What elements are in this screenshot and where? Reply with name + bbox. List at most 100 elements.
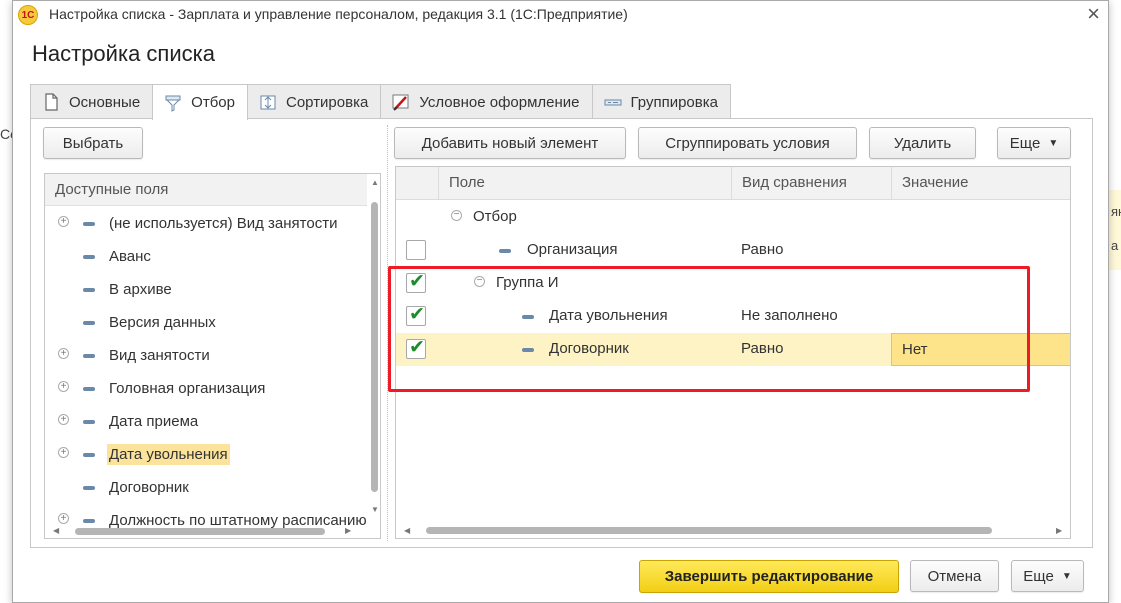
expand-icon[interactable]: +: [58, 414, 69, 425]
field-icon: [522, 315, 534, 319]
select-button[interactable]: Выбрать: [43, 127, 143, 159]
table-row[interactable]: ✔ − Группа И: [396, 267, 1070, 300]
field-icon: [83, 486, 95, 490]
window-title: Настройка списка - Зарплата и управление…: [49, 6, 628, 22]
field-icon: [499, 249, 511, 253]
tab-grouping[interactable]: Группировка: [591, 84, 731, 119]
tree-row[interactable]: Версия данных: [45, 306, 367, 339]
tab-label: Сортировка: [286, 93, 369, 111]
grouping-icon: [604, 99, 622, 106]
field-icon: [83, 222, 95, 226]
tree-row-label: Вид занятости: [109, 347, 210, 364]
checkbox[interactable]: [406, 240, 426, 260]
delete-button[interactable]: Удалить: [869, 127, 976, 159]
row-comparison: Равно: [741, 241, 784, 258]
scroll-down-icon[interactable]: ▼: [371, 505, 379, 514]
field-icon: [83, 453, 95, 457]
tab-bar: Основные Отбор Сортировка Условное оформ…: [30, 84, 731, 120]
column-header-value[interactable]: Значение: [891, 167, 1070, 200]
expand-icon[interactable]: +: [58, 513, 69, 524]
tree-row-label: Головная организация: [109, 380, 266, 397]
tab-sort[interactable]: Сортировка: [247, 84, 382, 119]
value-cell[interactable]: Нет: [891, 333, 1070, 366]
tree-row[interactable]: Аванс: [45, 240, 367, 273]
finish-editing-button[interactable]: Завершить редактирование: [639, 560, 899, 593]
tree-row-label: (не используется) Вид занятости: [109, 215, 338, 232]
expand-icon[interactable]: +: [58, 348, 69, 359]
footer-more-button[interactable]: Еще ▼: [1011, 560, 1084, 592]
field-icon: [83, 387, 95, 391]
close-icon[interactable]: ×: [1087, 3, 1100, 25]
tree-row[interactable]: + Дата приема: [45, 405, 367, 438]
more-button[interactable]: Еще ▼: [997, 127, 1071, 159]
scroll-left-icon[interactable]: ◀: [53, 526, 59, 535]
check-icon: ✔: [409, 337, 425, 358]
column-header-field[interactable]: Поле: [438, 167, 732, 200]
table-row[interactable]: ✔ Дата увольнения Не заполнено: [396, 300, 1070, 333]
scrollbar-thumb[interactable]: [426, 527, 992, 534]
field-icon: [83, 420, 95, 424]
scroll-right-icon[interactable]: ▶: [345, 526, 351, 535]
table-row-selected[interactable]: ✔ Договорник Равно Нет: [396, 333, 1070, 366]
tree-row[interactable]: + (не используется) Вид занятости: [45, 207, 367, 240]
check-icon: ✔: [409, 304, 425, 325]
collapse-icon[interactable]: −: [474, 276, 485, 287]
window-titlebar[interactable]: 1С Настройка списка - Зарплата и управле…: [13, 1, 1108, 28]
checkbox[interactable]: ✔: [406, 337, 426, 359]
expand-icon[interactable]: +: [58, 381, 69, 392]
document-icon: [45, 93, 58, 111]
horizontal-scrollbar[interactable]: ◀ ▶: [45, 524, 367, 538]
column-header-comparison[interactable]: Вид сравнения: [731, 167, 891, 200]
collapse-icon[interactable]: −: [451, 210, 462, 221]
more-button-label: Еще: [1009, 134, 1041, 152]
field-icon: [83, 354, 95, 358]
check-icon: ✔: [409, 271, 425, 292]
brush-icon: [392, 94, 409, 111]
tree-row[interactable]: + Вид занятости: [45, 339, 367, 372]
scroll-left-icon[interactable]: ◀: [404, 526, 410, 535]
tree-row[interactable]: Договорник: [45, 471, 367, 504]
filter-grid: Поле Вид сравнения Значение − Отбор Орга…: [395, 166, 1071, 539]
row-field: Договорник: [549, 340, 629, 357]
row-field: Группа И: [496, 274, 559, 291]
expand-icon[interactable]: +: [58, 447, 69, 458]
add-new-element-button[interactable]: Добавить новый элемент: [394, 127, 626, 159]
checkbox[interactable]: ✔: [406, 304, 426, 326]
row-comparison: Равно: [741, 340, 784, 357]
group-conditions-button[interactable]: Сгруппировать условия: [638, 127, 857, 159]
checkbox[interactable]: ✔: [406, 271, 426, 293]
cancel-button[interactable]: Отмена: [910, 560, 999, 592]
tree-row-label: Версия данных: [109, 314, 216, 331]
scroll-up-icon[interactable]: ▲: [371, 178, 379, 187]
list-settings-dialog: 1С Настройка списка - Зарплата и управле…: [12, 0, 1109, 603]
vertical-scrollbar[interactable]: ▲ ▼: [367, 174, 380, 538]
horizontal-scrollbar[interactable]: ◀ ▶: [396, 523, 1070, 538]
filter-icon: [165, 95, 181, 112]
filter-tab-panel: Выбрать Доступные поля + (не используетс…: [30, 118, 1093, 548]
available-fields-tree: Доступные поля + (не используется) Вид з…: [44, 173, 381, 539]
row-field: Дата увольнения: [549, 307, 668, 324]
tree-row-label: Дата увольнения: [107, 444, 230, 465]
scrollbar-thumb[interactable]: [371, 202, 378, 492]
scroll-right-icon[interactable]: ▶: [1056, 526, 1062, 535]
tab-filter[interactable]: Отбор: [152, 84, 248, 120]
panel-splitter[interactable]: [387, 125, 388, 541]
more-button-label: Еще: [1023, 567, 1054, 585]
field-icon: [83, 321, 95, 325]
background-text-fragment: ян: [1111, 204, 1121, 219]
tab-label: Группировка: [630, 93, 718, 111]
tree-row-selected[interactable]: + Дата увольнения: [45, 438, 367, 471]
tree-row[interactable]: В архиве: [45, 273, 367, 306]
table-row[interactable]: Организация Равно: [396, 234, 1070, 267]
sort-icon: [260, 95, 276, 110]
tab-conditional-formatting[interactable]: Условное оформление: [380, 84, 593, 119]
tab-basic[interactable]: Основные: [30, 84, 154, 119]
tree-row[interactable]: + Головная организация: [45, 372, 367, 405]
tree-row-label: В архиве: [109, 281, 172, 298]
row-comparison: Не заполнено: [741, 307, 838, 324]
field-icon: [83, 255, 95, 259]
table-row[interactable]: − Отбор: [396, 201, 1070, 234]
app-logo-icon: 1С: [18, 5, 38, 25]
expand-icon[interactable]: +: [58, 216, 69, 227]
scrollbar-thumb[interactable]: [75, 528, 325, 535]
